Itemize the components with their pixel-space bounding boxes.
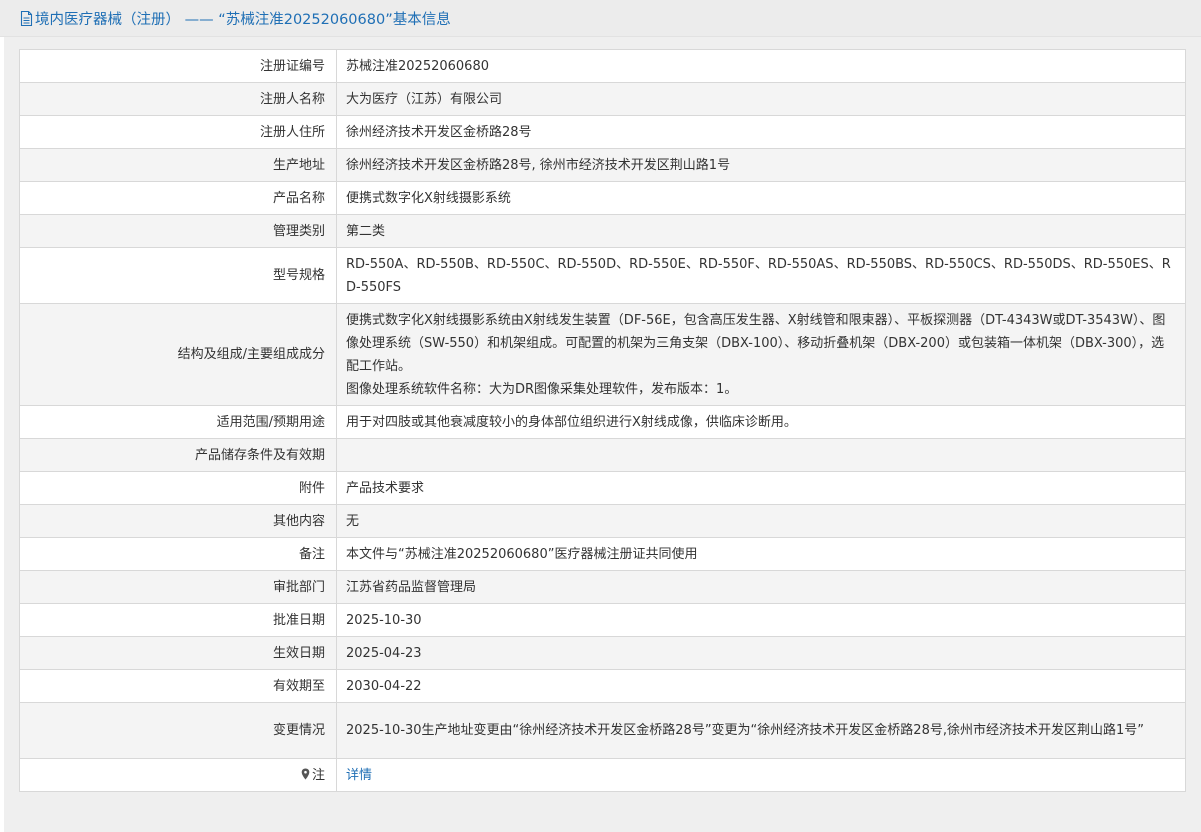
row-value: 徐州经济技术开发区金桥路28号 [336,115,1186,149]
note-label: 注 [311,767,325,783]
row-value [336,438,1186,472]
row-label: 批准日期 [19,603,337,637]
table-row: 管理类别 第二类 [19,214,1186,248]
row-label: 产品名称 [19,181,337,215]
row-label: 变更情况 [19,702,337,759]
page-header: 境内医疗器械（注册） —— “苏械注准20252060680”基本信息 [0,0,1201,37]
software-text: 图像处理系统软件名称：大为DR图像采集处理软件，发布版本：1。 [346,381,738,397]
table-row: 注册人名称 大为医疗（江苏）有限公司 [19,82,1186,116]
table-row: 适用范围/预期用途 用于对四肢或其他衰减度较小的身体部位组织进行X射线成像，供临… [19,405,1186,439]
row-value: 2025-10-30生产地址变更由“徐州经济技术开发区金桥路28号”变更为“徐州… [336,702,1186,759]
row-label: 附件 [19,471,337,505]
row-label: 审批部门 [19,570,337,604]
row-label: 型号规格 [19,247,337,304]
row-label: 注 [19,758,337,792]
row-value: 大为医疗（江苏）有限公司 [336,82,1186,116]
table-row: 有效期至 2030-04-22 [19,669,1186,703]
row-label: 备注 [19,537,337,571]
row-value: 用于对四肢或其他衰减度较小的身体部位组织进行X射线成像，供临床诊断用。 [336,405,1186,439]
row-label: 适用范围/预期用途 [19,405,337,439]
row-value: RD-550A、RD-550B、RD-550C、RD-550D、RD-550E、… [336,247,1186,304]
row-value: 便携式数字化X射线摄影系统由X射线发生装置（DF-56E，包含高压发生器、X射线… [336,303,1186,406]
row-value: 本文件与“苏械注准20252060680”医疗器械注册证共同使用 [336,537,1186,571]
table-row: 产品储存条件及有效期 [19,438,1186,472]
row-value: 江苏省药品监督管理局 [336,570,1186,604]
table-row: 批准日期 2025-10-30 [19,603,1186,637]
table-row: 附件 产品技术要求 [19,471,1186,505]
table-row: 注 详情 [19,758,1186,792]
row-value: 徐州经济技术开发区金桥路28号, 徐州市经济技术开发区荆山路1号 [336,148,1186,182]
row-value: 2030-04-22 [336,669,1186,703]
row-value: 第二类 [336,214,1186,248]
info-table: 注册证编号 苏械注准20252060680 注册人名称 大为医疗（江苏）有限公司… [19,49,1186,792]
row-label: 生产地址 [19,148,337,182]
row-value: 便携式数字化X射线摄影系统 [336,181,1186,215]
row-label: 注册人名称 [19,82,337,116]
row-label: 生效日期 [19,636,337,670]
document-icon [20,10,33,26]
table-row: 型号规格 RD-550A、RD-550B、RD-550C、RD-550D、RD-… [19,247,1186,304]
table-row: 生效日期 2025-04-23 [19,636,1186,670]
row-value: 无 [336,504,1186,538]
structure-text: 便携式数字化X射线摄影系统由X射线发生装置（DF-56E，包含高压发生器、X射线… [346,312,1166,374]
row-label: 有效期至 [19,669,337,703]
details-link[interactable]: 详情 [346,768,372,783]
row-label: 注册证编号 [19,49,337,83]
row-value: 苏械注准20252060680 [336,49,1186,83]
table-row: 其他内容 无 [19,504,1186,538]
row-value: 产品技术要求 [336,471,1186,505]
table-row: 注册人住所 徐州经济技术开发区金桥路28号 [19,115,1186,149]
table-row: 审批部门 江苏省药品监督管理局 [19,570,1186,604]
page-title: 境内医疗器械（注册） —— “苏械注准20252060680”基本信息 [35,11,451,28]
row-label: 结构及组成/主要组成成分 [19,303,337,406]
row-value: 2025-10-30 [336,603,1186,637]
content-area: 注册证编号 苏械注准20252060680 注册人名称 大为医疗（江苏）有限公司… [4,37,1201,832]
row-value: 详情 [336,758,1186,792]
table-row: 生产地址 徐州经济技术开发区金桥路28号, 徐州市经济技术开发区荆山路1号 [19,148,1186,182]
table-row: 注册证编号 苏械注准20252060680 [19,49,1186,83]
table-row: 备注 本文件与“苏械注准20252060680”医疗器械注册证共同使用 [19,537,1186,571]
row-value: 2025-04-23 [336,636,1186,670]
table-row: 变更情况 2025-10-30生产地址变更由“徐州经济技术开发区金桥路28号”变… [19,702,1186,759]
row-label: 管理类别 [19,214,337,248]
row-label: 产品储存条件及有效期 [19,438,337,472]
row-label: 其他内容 [19,504,337,538]
row-label: 注册人住所 [19,115,337,149]
location-pin-icon [301,768,310,779]
table-row: 结构及组成/主要组成成分 便携式数字化X射线摄影系统由X射线发生装置（DF-56… [19,303,1186,406]
table-row: 产品名称 便携式数字化X射线摄影系统 [19,181,1186,215]
